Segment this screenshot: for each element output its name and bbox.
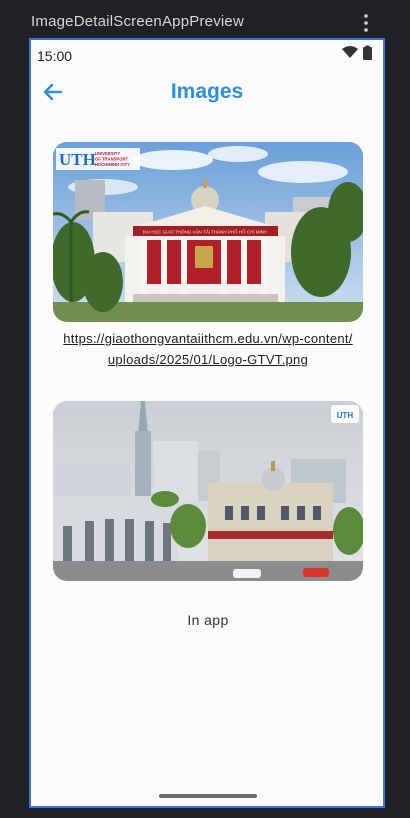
status-time: 15:00 — [37, 48, 73, 64]
app-bar: Images — [31, 70, 383, 116]
status-bar: 15:00 — [31, 40, 383, 70]
wifi-icon — [342, 46, 358, 58]
campus-photo: UTH — [53, 401, 363, 581]
image-url-link[interactable]: https://giaothongvantaiithcm.edu.vn/wp-c… — [53, 328, 363, 370]
uth-logo-line1: UNIVERSITY — [95, 151, 120, 156]
device-screen: 15:00 Images ĐẠI HỌC GIAO THÔNG VẬN TẢI … — [29, 38, 385, 808]
building-banner-text: ĐẠI HỌC GIAO THÔNG VẬN TẢI THÀNH PHỐ HỒ … — [143, 229, 268, 235]
image-caption-in-app: In app — [187, 612, 229, 628]
preview-title: ImageDetailScreenAppPreview — [31, 13, 245, 30]
building-photo: ĐẠI HỌC GIAO THÔNG VẬN TẢI THÀNH PHỐ HỒ … — [53, 142, 363, 322]
image-url-line1: https://giaothongvantaiithcm.edu.vn/wp-c… — [63, 331, 353, 346]
uth-logo-line3: HOCHIMINH CITY — [95, 162, 130, 167]
image-url-line2: uploads/2025/01/Logo-GTVT.png — [107, 352, 309, 367]
image-card-building[interactable]: ĐẠI HỌC GIAO THÔNG VẬN TẢI THÀNH PHỐ HỒ … — [53, 142, 363, 322]
image-card-campus[interactable]: UTH — [53, 401, 363, 581]
status-icons — [342, 45, 372, 60]
uth-logo-text: UTH — [59, 150, 96, 169]
page-title: Images — [170, 80, 244, 103]
battery-icon — [363, 47, 372, 60]
gesture-nav-handle[interactable] — [159, 794, 257, 798]
uth-badge-text: UTH — [337, 411, 354, 420]
more-vert-icon[interactable] — [358, 12, 374, 34]
uth-logo-line2: OF TRANSPORT — [95, 157, 128, 162]
